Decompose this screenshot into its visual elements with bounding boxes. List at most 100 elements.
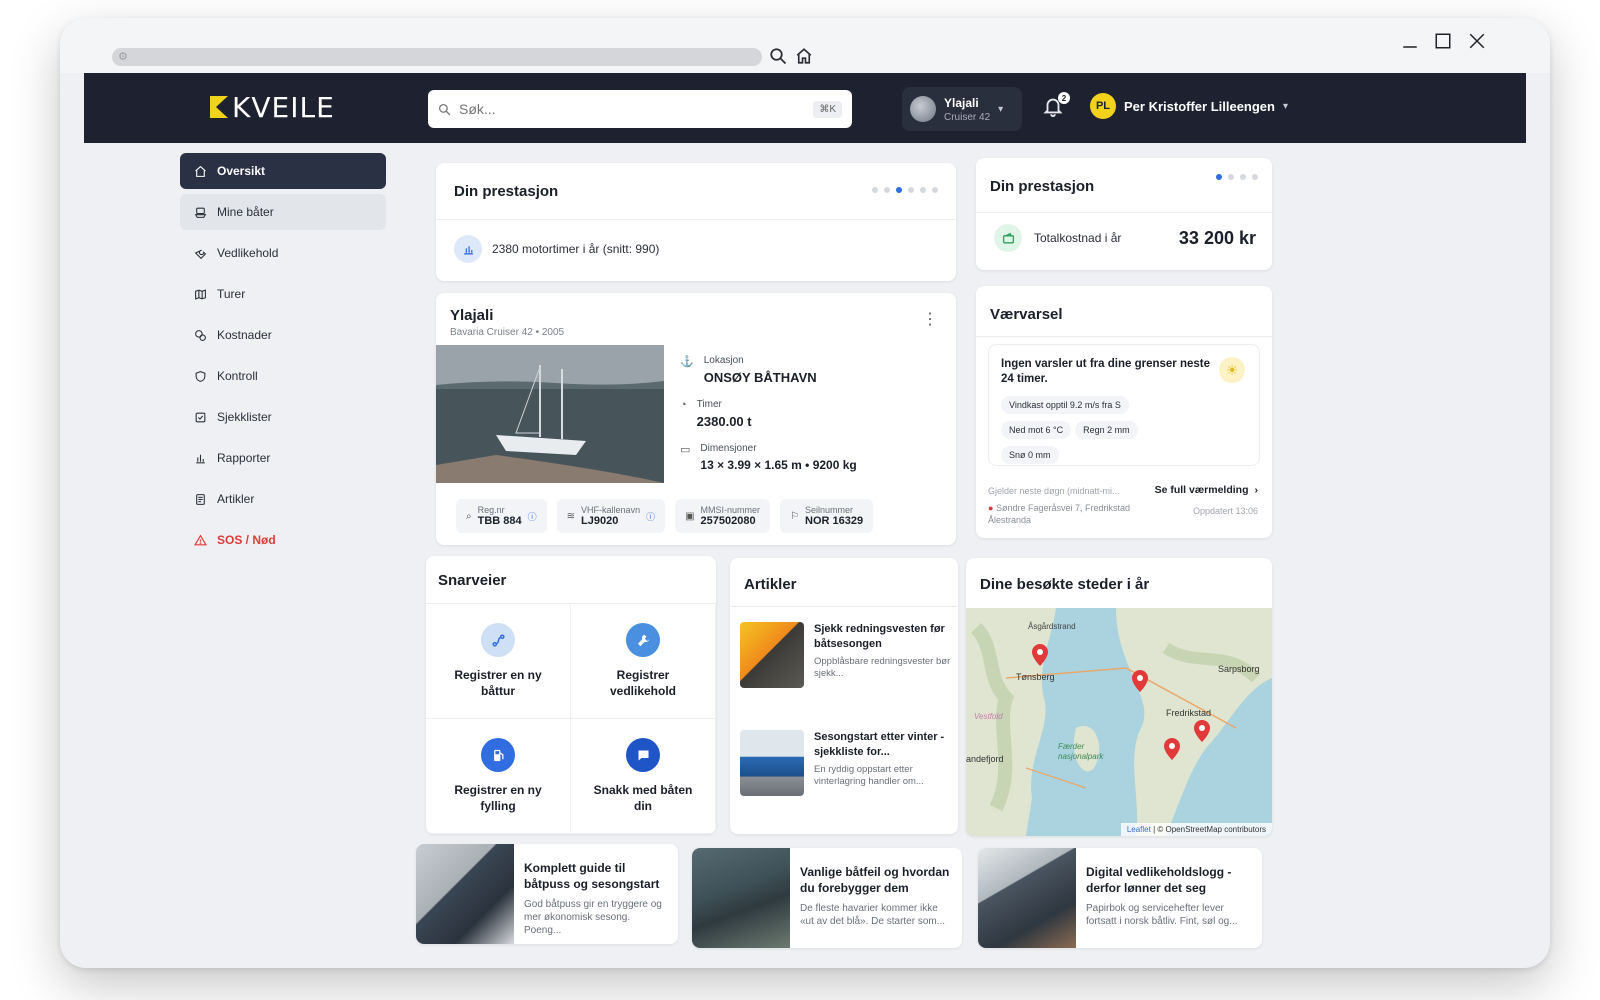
carousel-dots[interactable] <box>872 187 938 193</box>
flag-icon: ⚐ <box>790 510 800 522</box>
shortcut-register-fuel[interactable]: Registrer en ny fylling <box>426 719 571 834</box>
vhf-pill[interactable]: ≋ VHF-kallenavn LJ9020 ⓘ <box>556 499 666 533</box>
mmsi-pill[interactable]: ▣ MMSI-nummer 257502080 <box>675 499 771 533</box>
browser-home-button[interactable] <box>792 44 816 68</box>
logo-mark-icon <box>210 96 228 118</box>
article-title: Vanlige båtfeil og hvordan du forebygger… <box>800 865 950 895</box>
shortcuts-card: Snarveier Registrer en ny båttur Registr… <box>426 556 716 834</box>
article-summary: Papirbok og servicehefter lever fortsatt… <box>1086 903 1238 927</box>
info-icon[interactable]: ⓘ <box>646 510 655 523</box>
sidebar-item-kontroll[interactable]: Kontroll <box>180 358 386 394</box>
carousel-dot[interactable] <box>908 187 914 193</box>
weather-card: Værvarsel Ingen varsler ut fra dine gren… <box>976 286 1272 538</box>
info-icon[interactable]: ⓘ <box>528 510 537 523</box>
sidebar-item-turer[interactable]: Turer <box>180 276 386 312</box>
article-summary: Oppblåsbare redningsvester bør sjekk... <box>814 656 951 679</box>
weather-chip: Vindkast opptil 9.2 m/s fra S <box>1001 396 1129 414</box>
shortcut-label: Registrer en ny båttur <box>454 668 542 698</box>
sidebar-item-kostnader[interactable]: Kostnader <box>180 317 386 353</box>
close-button[interactable] <box>1462 26 1492 56</box>
carousel-dot[interactable] <box>1252 174 1258 180</box>
notifications-button[interactable]: 2 <box>1042 92 1070 121</box>
carousel-dot[interactable] <box>1228 174 1234 180</box>
map[interactable]: Åsgårdstrand Tønsberg Sarpsborg Fredriks… <box>966 608 1272 836</box>
carousel-dot-active[interactable] <box>896 187 902 193</box>
featured-article-card[interactable]: Vanlige båtfeil og hvordan du forebygger… <box>692 848 962 948</box>
sidebar-item-vedlikehold[interactable]: Vedlikehold <box>180 235 386 271</box>
leaflet-link[interactable]: Leaflet <box>1127 825 1151 834</box>
carousel-dot[interactable] <box>932 187 938 193</box>
carousel-dot-active[interactable] <box>1216 174 1222 180</box>
weather-chip: Regn 2 mm <box>1075 421 1138 439</box>
total-cost-label: Totalkostnad i år <box>1034 231 1122 245</box>
sidebar-item-sos[interactable]: SOS / Nød <box>180 522 386 558</box>
gauge-icon: ◔ <box>680 399 687 411</box>
minimize-button[interactable] <box>1395 26 1425 56</box>
document-icon: ▭ <box>680 444 691 456</box>
sidebar-item-oversikt[interactable]: Oversikt <box>180 153 386 189</box>
sidebar-item-label: Kostnader <box>217 328 272 342</box>
search-icon: ⌕ <box>466 510 472 522</box>
carousel-dots[interactable] <box>1216 174 1258 180</box>
featured-article-card[interactable]: Digital vedlikeholdslogg - derfor lønner… <box>978 848 1262 948</box>
sail-number-pill[interactable]: ⚐ Seilnummer NOR 16329 <box>780 499 874 533</box>
shortcut-label: Snakk med båten din <box>593 783 693 813</box>
card-title: Værvarsel <box>990 306 1063 323</box>
sidebar-item-label: SOS / Nød <box>217 533 276 547</box>
shortcut-register-maintenance[interactable]: Registrer vedlikehold <box>571 604 716 719</box>
article-item[interactable]: Sesongstart etter vinter - sjekkliste fo… <box>740 730 952 828</box>
article-thumbnail <box>978 848 1076 948</box>
map-label: Færder nasjonalpark <box>1058 742 1104 761</box>
boat-photo <box>436 345 664 483</box>
shortcut-chat-boat[interactable]: Snakk med båten din <box>571 719 716 834</box>
boat-subtitle: Bavaria Cruiser 42 • 2005 <box>450 327 565 338</box>
carousel-dot[interactable] <box>872 187 878 193</box>
sidebar-item-sjekklister[interactable]: Sjekklister <box>180 399 386 435</box>
attribution-text: | © OpenStreetMap contributors <box>1153 825 1266 834</box>
address-bar[interactable]: ⚙ <box>112 48 762 66</box>
divider <box>976 336 1272 337</box>
featured-article-card[interactable]: Komplett guide til båtpuss og sesongstar… <box>416 844 678 944</box>
more-options-button[interactable]: ⋮ <box>922 309 938 329</box>
carousel-dot[interactable] <box>1240 174 1246 180</box>
sidebar-item-label: Artikler <box>217 492 255 506</box>
article-title: Sesongstart etter vinter - sjekkliste fo… <box>814 731 945 758</box>
app-logo[interactable]: KVEILE <box>210 91 335 124</box>
reg-nr-pill[interactable]: ⌕ Reg.nr TBB 884 ⓘ <box>456 499 547 533</box>
route-icon <box>481 623 515 657</box>
carousel-dot[interactable] <box>920 187 926 193</box>
carousel-dot[interactable] <box>884 187 890 193</box>
weather-updated: Oppdatert 13:06 <box>1192 506 1258 516</box>
map-label: andefjord <box>966 754 1004 764</box>
browser-search-button[interactable] <box>766 44 790 68</box>
article-thumbnail <box>692 848 790 948</box>
article-title: Digital vedlikeholdslogg - derfor lønner… <box>1086 865 1232 895</box>
maximize-button[interactable] <box>1428 26 1458 56</box>
sidebar: Oversikt Mine båter Vedlikehold Turer Ko… <box>180 153 386 563</box>
boat-avatar <box>910 96 936 122</box>
app-header: KVEILE ⌘K Ylajali Cruiser 42 ▾ 2 PL Per … <box>84 73 1526 143</box>
search-bar[interactable]: ⌘K <box>428 90 852 128</box>
boat-switcher[interactable]: Ylajali Cruiser 42 ▾ <box>902 87 1022 131</box>
pill-label: VHF-kallenavn <box>581 505 641 515</box>
sidebar-item-mine-bater[interactable]: Mine båter <box>180 194 386 230</box>
card-title: Din prestasjon <box>454 183 559 200</box>
divider <box>976 212 1272 213</box>
full-forecast-link[interactable]: Se full værmelding › <box>1155 484 1258 496</box>
pill-value: NOR 16329 <box>805 515 864 527</box>
weather-footnote: Gjelder neste døgn (midnatt-mi... <box>988 486 1120 496</box>
weather-address: ● Søndre Fageråsvei 7, Fredrikstad Ålest… <box>988 502 1130 526</box>
sidebar-item-rapporter[interactable]: Rapporter <box>180 440 386 476</box>
articles-card: Artikler Sjekk redningsvesten før båtses… <box>730 558 958 834</box>
sidebar-item-label: Mine båter <box>217 205 274 219</box>
user-menu[interactable]: PL Per Kristoffer Lilleengen ▾ <box>1090 93 1288 119</box>
article-item[interactable]: Sjekk redningsvesten før båtsesongen Opp… <box>740 622 952 720</box>
search-input[interactable] <box>459 101 814 117</box>
chevron-down-icon: ▾ <box>1282 100 1289 112</box>
boat-name: Ylajali <box>450 307 494 324</box>
boat-identifiers: ⌕ Reg.nr TBB 884 ⓘ ≋ VHF-kallenavn LJ9020 … <box>456 499 874 533</box>
sidebar-item-label: Kontroll <box>217 369 258 383</box>
chevron-right-icon: › <box>1254 484 1259 496</box>
shortcut-register-trip[interactable]: Registrer en ny båttur <box>426 604 571 719</box>
sidebar-item-artikler[interactable]: Artikler <box>180 481 386 517</box>
